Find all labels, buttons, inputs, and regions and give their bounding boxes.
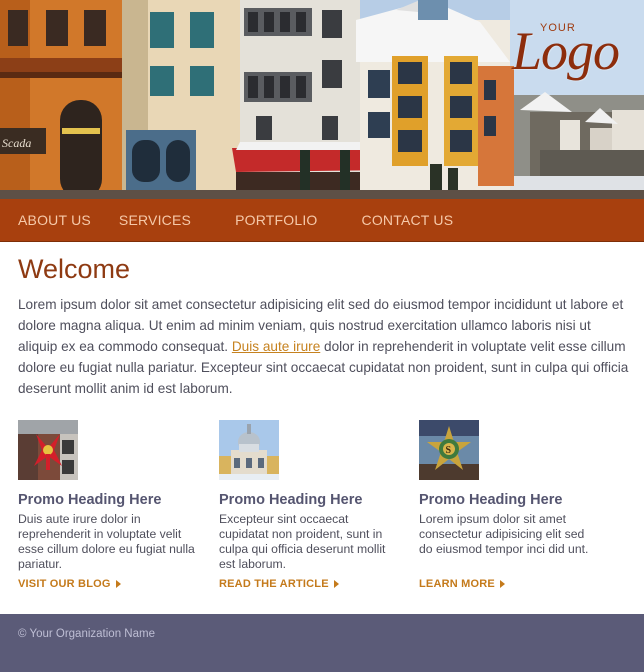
hero-banner: Scada YOUR Logo [0, 0, 644, 199]
promo-link-label-3: LEARN MORE [419, 578, 495, 590]
promo-link-label-1: VISIT OUR BLOG [18, 578, 111, 590]
promo-image-emblem-sign: S [419, 420, 479, 480]
promo-body-2: Excepteur sint occaecat cupidatat non pr… [219, 512, 386, 571]
promo-body-1: Duis aute irure dolor in reprehenderit i… [18, 512, 195, 571]
promo-heading-3: Promo Heading Here [419, 492, 563, 508]
promo-heading-2: Promo Heading Here [219, 492, 363, 508]
read-the-article-link[interactable]: READ THE ARTICLE [219, 578, 339, 590]
promo-card-2: Promo Heading Here Excepteur sint occaec… [219, 420, 399, 572]
promo-card-3: S Promo Heading Here Lorem ipsum dolor s… [419, 420, 599, 557]
promo-link-label-2: READ THE ARTICLE [219, 578, 329, 590]
site-logo[interactable]: YOUR Logo [512, 18, 628, 84]
promo-section: Promo Heading Here Duis aute irure dolor… [0, 420, 644, 600]
promo-body-3: Lorem ipsum dolor sit amet consectetur a… [419, 512, 589, 556]
nav-item-contact-us[interactable]: CONTACT US [362, 212, 454, 228]
nav-item-about-us[interactable]: ABOUT US [18, 212, 91, 228]
arrow-right-icon [333, 580, 339, 588]
arrow-right-icon [499, 580, 505, 588]
svg-text:Scada: Scada [2, 136, 31, 150]
promo-heading-1: Promo Heading Here [18, 492, 162, 508]
visit-our-blog-link[interactable]: VISIT OUR BLOG [18, 578, 121, 590]
main-navigation: ABOUT US SERVICES PORTFOLIO CONTACT US [0, 199, 644, 242]
footer-copyright: © Your Organization Name [18, 628, 155, 640]
intro-inline-link[interactable]: Duis aute irure [232, 339, 320, 354]
promo-image-domed-building [219, 420, 279, 480]
arrow-right-icon [115, 580, 121, 588]
page-footer: © Your Organization Name [0, 614, 644, 672]
intro-paragraph: Lorem ipsum dolor sit amet consectetur a… [18, 294, 630, 399]
page-title: Welcome [18, 254, 131, 284]
nav-item-portfolio[interactable]: PORTFOLIO [235, 212, 317, 228]
promo-card-1: Promo Heading Here Duis aute irure dolor… [18, 420, 198, 572]
nav-item-services[interactable]: SERVICES [119, 212, 191, 228]
learn-more-link[interactable]: LEARN MORE [419, 578, 505, 590]
promo-image-christmas-decoration [18, 420, 78, 480]
svg-text:S: S [446, 445, 452, 456]
logo-main-text: Logo [512, 21, 620, 81]
